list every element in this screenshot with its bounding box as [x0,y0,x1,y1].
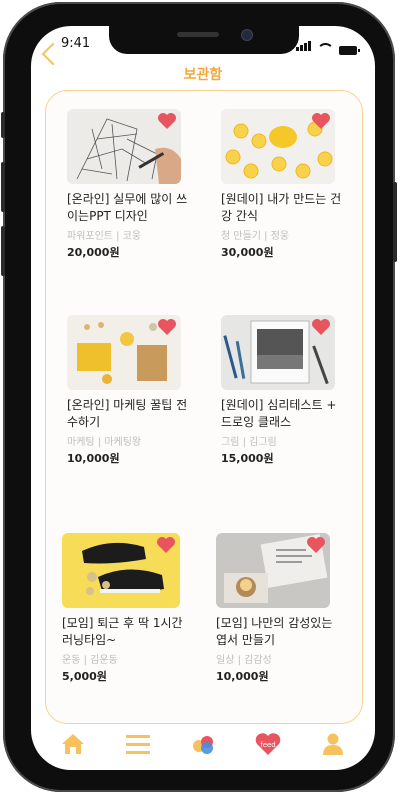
phone-frame: 9:41 보관함 [온라인] 실무에 많이 쓰이는PPT 디자인 파워포인트 |… [1,2,397,792]
profile-icon [322,733,343,755]
item-price: 20,000원 [67,246,120,259]
item-title: [온라인] 마케팅 꿀팁 전수하기 [67,398,188,429]
heart-icon[interactable] [157,318,177,336]
heart-icon[interactable] [311,318,331,336]
circles-icon [192,736,213,754]
home-icon [62,734,85,754]
heart-icon[interactable] [311,112,331,130]
feed-label: feed [260,741,276,749]
speaker [177,32,219,37]
status-icons [296,36,360,55]
item-meta: 파워포인트 | 코웅 [67,231,142,242]
wifi-icon [317,43,334,55]
volume-down-button [1,226,5,276]
item-meta: 일상 | 김감성 [216,655,272,666]
item-title: [온라인] 실무에 많이 쓰이는PPT 디자인 [67,192,188,223]
item-title: [원데이] 심리테스트 + 드로잉 클래스 [221,398,337,429]
bookmark-list: [온라인] 실무에 많이 쓰이는PPT 디자인 파워포인트 | 코웅 20,00… [45,90,363,724]
heart-icon[interactable] [156,536,176,554]
item-thumbnail[interactable] [62,533,180,608]
list-item[interactable]: [온라인] 실무에 많이 쓰이는PPT 디자인 파워포인트 | 코웅 20,00… [67,109,195,260]
volume-up-button [1,162,5,212]
screen: 9:41 보관함 [온라인] 실무에 많이 쓰이는PPT 디자인 파워포인트 |… [31,26,375,770]
front-camera [241,29,253,41]
item-price: 10,000원 [67,452,120,465]
tab-profile[interactable] [319,730,347,758]
item-meta: 마케팅 | 마케팅왕 [67,437,142,448]
page-title: 보관함 [183,67,223,83]
item-thumbnail[interactable] [221,315,335,390]
item-thumbnail[interactable] [216,533,330,608]
item-title: [모임] 퇴근 후 딱 1시간 러닝타임~ [62,616,183,647]
list-item[interactable]: [모임] 나만의 감성있는 엽서 만들기 일상 | 김감성 10,000원 [216,533,344,684]
feed-heart-icon: feed [255,733,281,755]
item-price: 5,000원 [62,670,107,683]
list-item[interactable]: [원데이] 내가 만드는 건강 간식 청 만들기 | 정웅 30,000원 [221,109,349,260]
item-meta: 그림 | 김그림 [221,437,277,448]
signal-icon [296,36,312,55]
tab-home[interactable] [59,730,87,758]
status-time: 9:41 [61,36,91,51]
notch [109,26,299,54]
tab-circles[interactable] [189,730,217,758]
item-price: 15,000원 [221,452,274,465]
battery-icon [339,46,360,55]
bottom-tab-bar: feed [31,718,375,770]
list-item[interactable]: [모임] 퇴근 후 딱 1시간 러닝타임~ 운동 | 김운동 5,000원 [62,533,190,684]
item-price: 30,000원 [221,246,274,259]
item-thumbnail[interactable] [67,109,181,184]
menu-icon [126,735,151,754]
tab-feed[interactable]: feed [254,730,282,758]
item-title: [원데이] 내가 만드는 건강 간식 [221,192,342,223]
item-meta: 운동 | 김운동 [62,655,118,666]
power-button [393,182,397,262]
item-thumbnail[interactable] [221,109,335,184]
mute-switch [1,112,5,138]
item-title: [모임] 나만의 감성있는 엽서 만들기 [216,616,333,647]
list-item[interactable]: [온라인] 마케팅 꿀팁 전수하기 마케팅 | 마케팅왕 10,000원 [67,315,195,466]
tab-menu[interactable] [124,730,152,758]
heart-icon[interactable] [157,112,177,130]
item-meta: 청 만들기 | 정웅 [221,231,290,242]
item-price: 10,000원 [216,670,269,683]
item-thumbnail[interactable] [67,315,181,390]
heart-icon[interactable] [306,536,326,554]
list-item[interactable]: [원데이] 심리테스트 + 드로잉 클래스 그림 | 김그림 15,000원 [221,315,349,466]
